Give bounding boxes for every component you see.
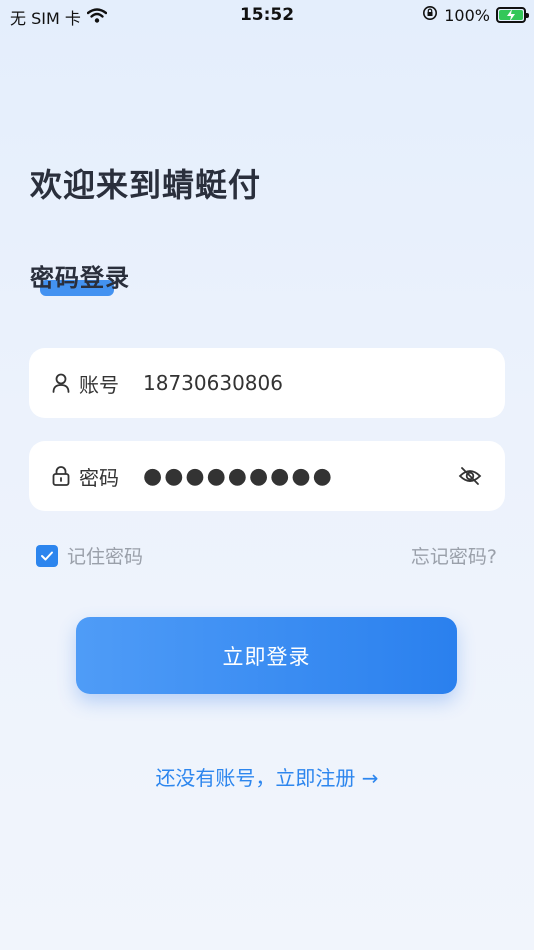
orientation-lock-icon <box>422 5 438 25</box>
remember-checkbox[interactable] <box>36 544 58 567</box>
password-label: 密码 <box>79 465 119 490</box>
register-link[interactable]: 还没有账号，立即注册 → <box>0 762 534 791</box>
account-input[interactable]: 18730630806 <box>143 371 505 395</box>
remember-password[interactable]: 记住密码 <box>36 542 143 569</box>
account-label: 账号 <box>79 372 119 397</box>
check-icon <box>41 551 53 560</box>
user-icon <box>51 373 71 393</box>
status-bar: 无 SIM 卡 15:52 100% <box>0 0 534 30</box>
forgot-password-link[interactable]: 忘记密码? <box>411 542 497 569</box>
battery-icon <box>496 7 529 23</box>
login-button[interactable]: 立即登录 <box>76 617 457 694</box>
password-input[interactable]: ●●●●●●●●● <box>143 464 457 489</box>
welcome-heading: 欢迎来到蜻蜓付 <box>30 166 262 204</box>
lock-icon <box>51 466 71 486</box>
eye-off-icon[interactable] <box>457 463 483 489</box>
battery-percent: 100% <box>444 5 490 25</box>
account-field[interactable]: 账号 18730630806 <box>29 348 505 418</box>
password-field[interactable]: 密码 ●●●●●●●●● <box>29 441 505 511</box>
remember-label: 记住密码 <box>67 546 144 568</box>
login-title-text: 密码登录 <box>30 264 130 292</box>
status-right: 100% <box>422 5 529 25</box>
login-mode-title: 密码登录 <box>30 258 130 296</box>
